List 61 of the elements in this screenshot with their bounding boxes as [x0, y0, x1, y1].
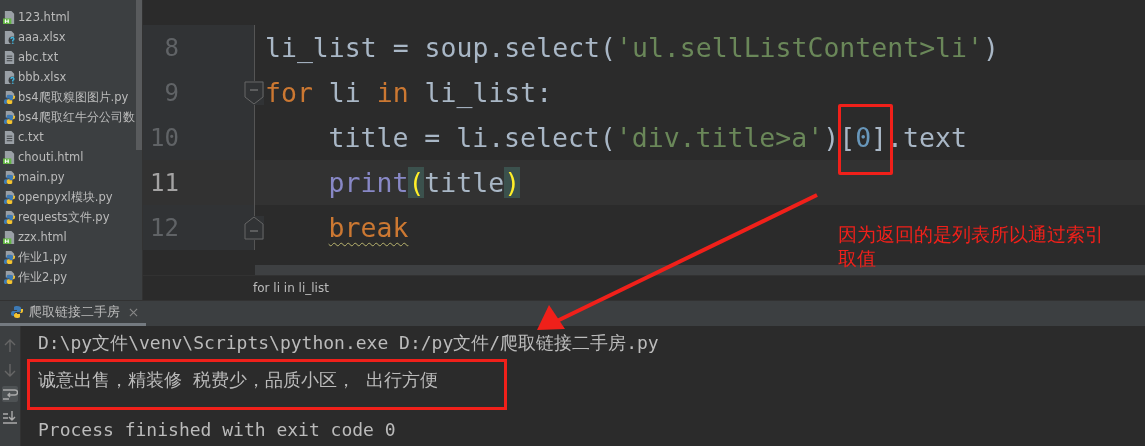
python-icon: [10, 305, 24, 319]
file-item[interactable]: bbb.xlsx: [0, 67, 136, 87]
code-text: in: [376, 77, 409, 108]
python-icon: [3, 189, 16, 205]
file-item[interactable]: requests文件.py: [0, 207, 136, 227]
html-file-icon: [3, 9, 16, 25]
code-text: ): [504, 167, 521, 198]
fold-icon[interactable]: [244, 215, 264, 240]
code-text: title: [424, 167, 505, 198]
code-text: [0]: [839, 122, 888, 153]
scrollbar[interactable]: [136, 0, 142, 150]
python-icon: [3, 269, 16, 285]
python-icon: [3, 89, 16, 105]
code-text: 'div.title>a': [615, 122, 824, 153]
code-text: ): [823, 122, 840, 153]
soft-wrap-icon[interactable]: [2, 386, 18, 402]
code-text: break: [328, 212, 409, 243]
annotation-text: 因为返回的是列表所以通过索引取值: [838, 222, 1105, 270]
console-line: D:\py文件\venv\Scripts\python.exe D:/py文件/爬取链接二手房.py: [38, 330, 659, 355]
file-item[interactable]: bs4爬取红牛分公司数: [0, 107, 136, 127]
breadcrumb[interactable]: for li in li_list: [253, 281, 329, 295]
code-text: title = li.select(: [328, 122, 616, 153]
code-text: .text: [887, 122, 967, 153]
file-item[interactable]: zzx.html: [0, 227, 136, 247]
file-item[interactable]: main.py: [0, 167, 136, 187]
python-icon: [3, 249, 16, 265]
text-file-icon: [3, 129, 16, 145]
html-file-icon: [3, 229, 16, 245]
file-item[interactable]: abc.txt: [0, 47, 136, 67]
file-item[interactable]: 作业2.py: [0, 267, 136, 287]
console-line: Process finished with exit code 0: [38, 418, 396, 443]
html-file-icon: [3, 149, 16, 165]
arrow-up-icon[interactable]: [2, 338, 18, 354]
file-item[interactable]: c.txt: [0, 127, 136, 147]
code-text: 'ul.sellListContent>li': [616, 32, 983, 63]
console-line: 诚意出售，精装修 税费少，品质小区， 出行方便: [38, 368, 438, 393]
code-text: (: [408, 167, 425, 198]
file-item[interactable]: openpyxl模块.py: [0, 187, 136, 207]
code-text: li_list = soup.select(: [265, 32, 616, 63]
scroll-to-end-icon[interactable]: [2, 410, 18, 426]
python-icon: [3, 209, 16, 225]
annotation-box: [838, 104, 894, 175]
close-icon[interactable]: [129, 307, 138, 317]
unknown-file-icon: [3, 69, 16, 85]
file-item[interactable]: 作业1.py: [0, 247, 136, 267]
code-text: for: [265, 77, 313, 108]
file-item[interactable]: bs4爬取糗图图片.py: [0, 87, 136, 107]
file-item[interactable]: chouti.html: [0, 147, 136, 167]
file-item[interactable]: aaa.xlsx: [0, 27, 136, 47]
text-file-icon: [3, 49, 16, 65]
fold-icon[interactable]: [244, 80, 264, 105]
arrow-down-icon[interactable]: [2, 362, 18, 378]
python-icon: [3, 109, 16, 125]
code-text: print: [328, 167, 409, 198]
line-number: 11: [149, 168, 179, 197]
code-text: li_list:: [423, 77, 553, 108]
unknown-file-icon: [3, 29, 16, 45]
python-icon: [3, 169, 16, 185]
code-text: li: [327, 77, 362, 108]
file-item[interactable]: 123.html: [0, 7, 136, 27]
code-text: ): [982, 32, 999, 63]
